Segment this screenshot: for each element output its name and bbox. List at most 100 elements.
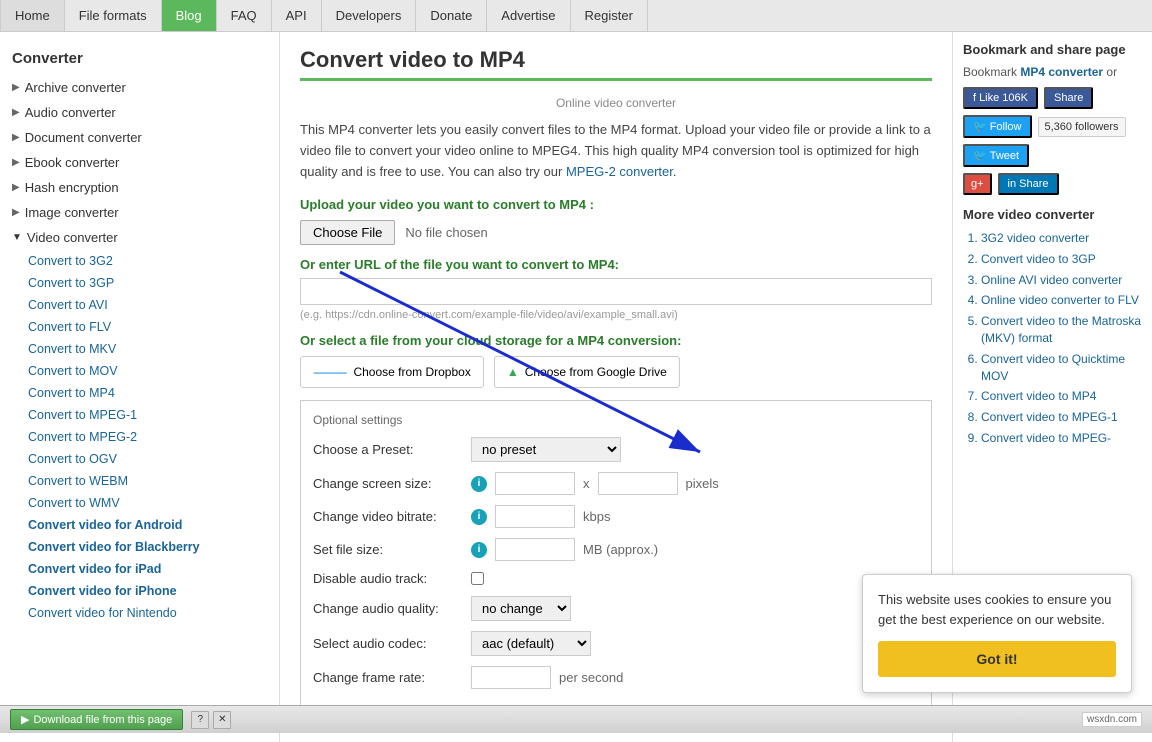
sidebar-video-item[interactable]: Convert video for Nintendo (0, 602, 279, 624)
mpeg2-link[interactable]: MPEG-2 converter (566, 164, 673, 179)
nav-item-blog[interactable]: Blog (162, 0, 217, 31)
more-video-item[interactable]: 3G2 video converter (981, 230, 1142, 247)
nav-item-file-formats[interactable]: File formats (65, 0, 162, 31)
cookie-ok-button[interactable]: Got it! (878, 641, 1116, 677)
no-file-text: No file chosen (405, 225, 487, 240)
sidebar-video-item[interactable]: Convert to 3GP (0, 272, 279, 294)
sidebar-video-item[interactable]: Convert video for Blackberry (0, 536, 279, 558)
play-icon: ▶ (21, 713, 29, 726)
audio-quality-select[interactable]: no change (471, 596, 571, 621)
linkedin-share-button[interactable]: in Share (998, 173, 1059, 195)
sidebar-category-audio-converter[interactable]: ▶ Audio converter (0, 100, 279, 125)
sidebar-video-item[interactable]: Convert to 3G2 (0, 250, 279, 272)
arrow-icon: ▶ (12, 207, 20, 218)
audio-track-label: Disable audio track: (313, 571, 463, 586)
choose-file-button[interactable]: Choose File (300, 220, 395, 245)
more-video-item[interactable]: Convert video to MPEG- (981, 430, 1142, 447)
followers-badge: 5,360 followers (1038, 117, 1126, 137)
bookmark-title: Bookmark and share page (963, 42, 1142, 57)
dropbox-button[interactable]: ⸻ Choose from Dropbox (300, 356, 484, 388)
sidebar-video-item[interactable]: Convert to WMV (0, 492, 279, 514)
facebook-like-button[interactable]: f Like 106K (963, 87, 1038, 109)
dl-icon-question[interactable]: ? (191, 711, 209, 729)
sidebar-video-item[interactable]: Convert to MP4 (0, 382, 279, 404)
audio-codec-select[interactable]: aac (default) (471, 631, 591, 656)
sidebar-category-document-converter[interactable]: ▶ Document converter (0, 125, 279, 150)
info-icon-bitrate[interactable]: i (471, 509, 487, 525)
mp4-link[interactable]: MP4 converter (1020, 65, 1103, 79)
sidebar-video-item[interactable]: Convert to MKV (0, 338, 279, 360)
arrow-icon: ▶ (12, 182, 20, 193)
dropbox-icon: ⸻ (313, 362, 347, 382)
online-video-label: Online video converter (300, 96, 932, 110)
sidebar: Converter ▶ Archive converter▶ Audio con… (0, 32, 280, 742)
download-btn[interactable]: ▶ Download file from this page (10, 709, 183, 730)
twitter-icon: 🐦 (973, 120, 987, 133)
more-video-item[interactable]: Convert video to 3GP (981, 251, 1142, 268)
sidebar-video-item[interactable]: Convert to WEBM (0, 470, 279, 492)
fb-icon: f (973, 92, 976, 104)
more-video-item[interactable]: Convert video to MPEG-1 (981, 409, 1142, 426)
audio-track-checkbox[interactable] (471, 572, 484, 585)
frame-rate-input[interactable] (471, 666, 551, 689)
sidebar-category-video-converter[interactable]: ▼ Video converter (0, 225, 279, 250)
sidebar-video-item[interactable]: Convert to OGV (0, 448, 279, 470)
more-video-item[interactable]: Convert video to the Matroska (MKV) form… (981, 313, 1142, 347)
bitrate-label: Change video bitrate: (313, 509, 463, 524)
nav-item-faq[interactable]: FAQ (217, 0, 272, 31)
wsxdn-badge: wsxdn.com (1082, 712, 1142, 727)
url-input[interactable] (300, 278, 932, 305)
optional-settings-title: Optional settings (313, 413, 919, 427)
tweet-button[interactable]: 🐦 Tweet (963, 144, 1029, 167)
nav-item-developers[interactable]: Developers (322, 0, 417, 31)
more-video-item[interactable]: Online AVI video converter (981, 272, 1142, 289)
fb-like-label: Like 106K (979, 92, 1028, 104)
sidebar-category-archive-converter[interactable]: ▶ Archive converter (0, 75, 279, 100)
nav-item-register[interactable]: Register (571, 0, 648, 31)
arrow-icon: ▶ (12, 132, 20, 143)
twitter-follow-button[interactable]: 🐦 Follow (963, 115, 1032, 138)
screen-height-input[interactable] (598, 472, 678, 495)
audio-codec-label: Select audio codec: (313, 636, 463, 651)
optional-settings-box: Optional settings Choose a Preset: no pr… (300, 400, 932, 712)
screen-size-label: Change screen size: (313, 476, 463, 491)
screen-width-input[interactable] (495, 472, 575, 495)
sidebar-video-item[interactable]: Convert to MOV (0, 360, 279, 382)
preset-select[interactable]: no preset (471, 437, 621, 462)
bitrate-input[interactable] (495, 505, 575, 528)
sidebar-video-item[interactable]: Convert to MPEG-2 (0, 426, 279, 448)
nav-item-advertise[interactable]: Advertise (487, 0, 570, 31)
sidebar-category-ebook-converter[interactable]: ▶ Ebook converter (0, 150, 279, 175)
arrow-icon: ▶ (12, 107, 20, 118)
fb-share-label: Share (1054, 92, 1083, 104)
nav-item-home[interactable]: Home (0, 0, 65, 31)
filesize-input[interactable] (495, 538, 575, 561)
nav-item-donate[interactable]: Donate (416, 0, 487, 31)
download-btn-label: Download file from this page (33, 714, 172, 726)
pixels-label: pixels (686, 476, 719, 491)
sidebar-video-item[interactable]: Convert to FLV (0, 316, 279, 338)
sidebar-category-image-converter[interactable]: ▶ Image converter (0, 200, 279, 225)
sidebar-video-item[interactable]: Convert video for iPhone (0, 580, 279, 602)
more-video-item[interactable]: Convert video to MP4 (981, 388, 1142, 405)
filesize-label: Set file size: (313, 542, 463, 557)
more-video-item[interactable]: Convert video to Quicktime MOV (981, 351, 1142, 385)
sidebar-title: Converter (0, 42, 279, 75)
nav-item-api[interactable]: API (272, 0, 322, 31)
facebook-share-button[interactable]: Share (1044, 87, 1093, 109)
tweet-icon: 🐦 (973, 149, 987, 162)
x-label: x (583, 476, 590, 491)
info-icon-filesize[interactable]: i (471, 542, 487, 558)
sidebar-video-item[interactable]: Convert video for Android (0, 514, 279, 536)
gplus-button[interactable]: g+ (963, 173, 992, 195)
more-video-item[interactable]: Online video converter to FLV (981, 292, 1142, 309)
url-label: Or enter URL of the file you want to con… (300, 257, 932, 272)
sidebar-video-item[interactable]: Convert video for iPad (0, 558, 279, 580)
arrow-icon: ▼ (12, 232, 22, 243)
sidebar-video-item[interactable]: Convert to MPEG-1 (0, 404, 279, 426)
gdrive-button[interactable]: ▲ Choose from Google Drive (494, 356, 680, 388)
info-icon-screen[interactable]: i (471, 476, 487, 492)
sidebar-video-item[interactable]: Convert to AVI (0, 294, 279, 316)
dl-icon-close[interactable]: ✕ (213, 711, 231, 729)
sidebar-category-hash-encryption[interactable]: ▶ Hash encryption (0, 175, 279, 200)
